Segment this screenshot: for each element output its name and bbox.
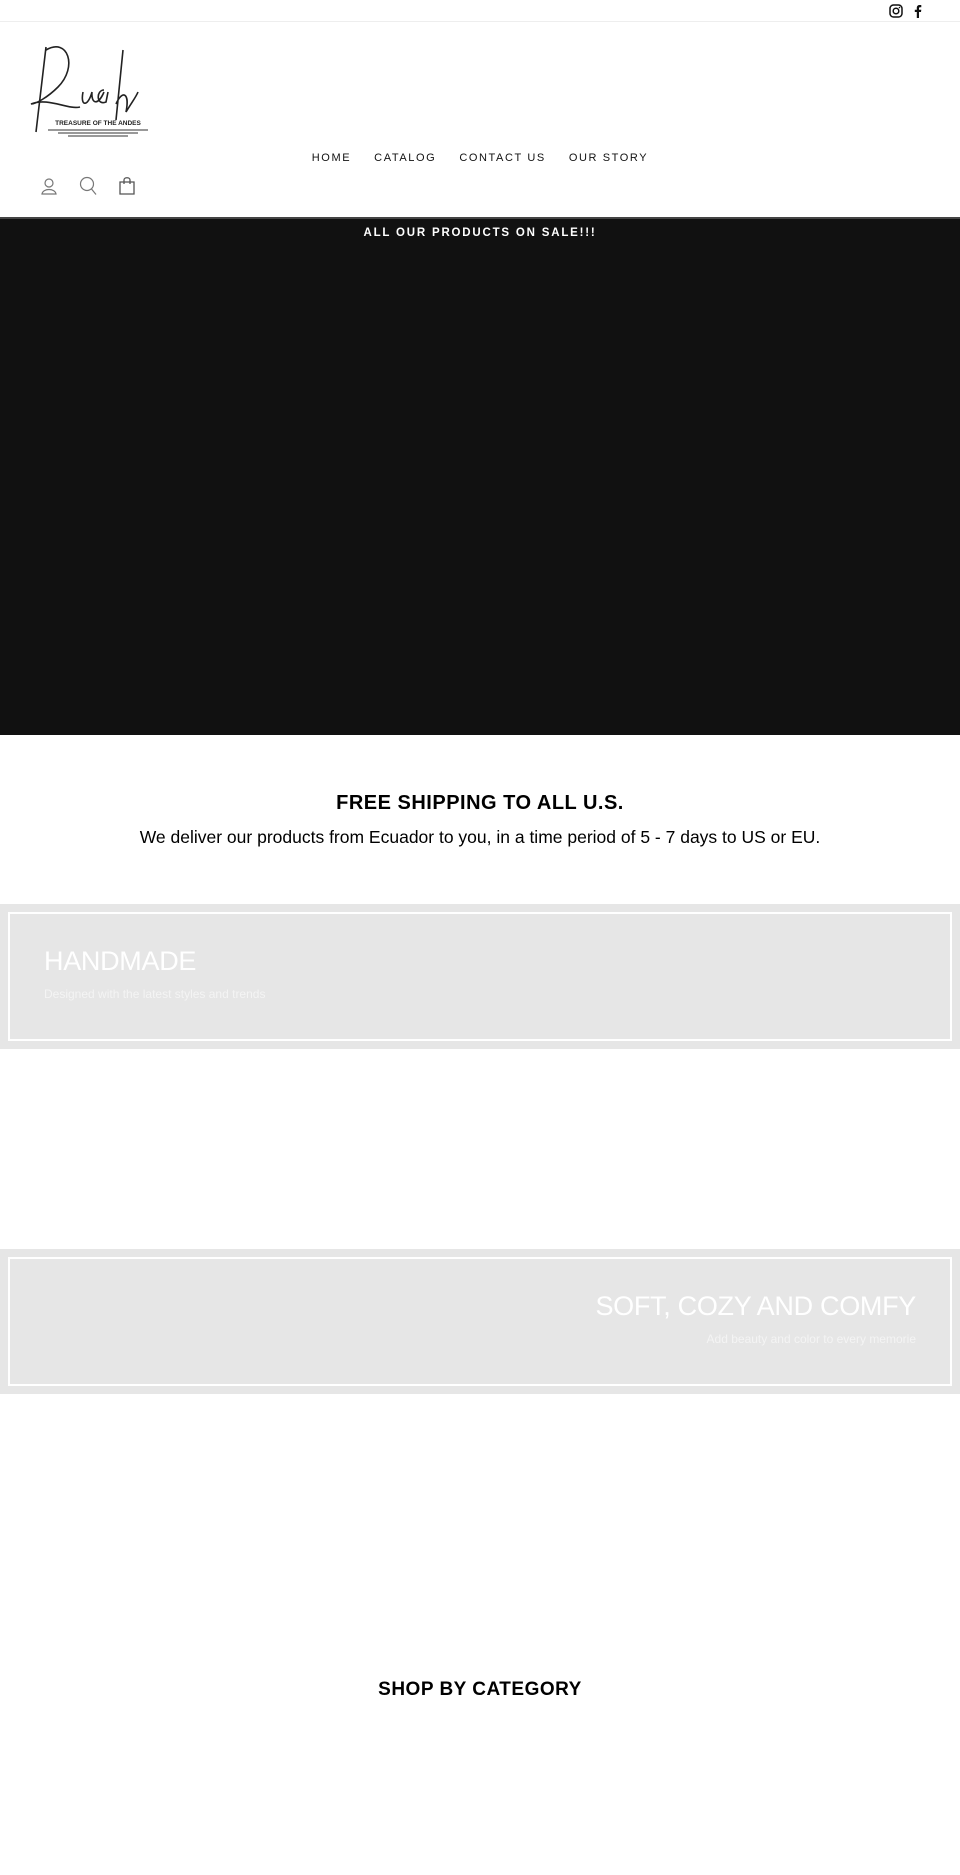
panel-subtitle: Add beauty and color to every memorie xyxy=(706,1332,916,1346)
announcement-text[interactable]: ALL OUR PRODUCTS ON SALE!!! xyxy=(0,227,960,239)
soft-cozy-panel: SOFT, COZY AND COMFY Add beauty and colo… xyxy=(0,1249,960,1394)
shipping-text: We deliver our products from Ecuador to … xyxy=(139,827,821,847)
nav-catalog[interactable]: CATALOG xyxy=(374,152,436,164)
panel-title: SOFT, COZY AND COMFY xyxy=(595,1291,916,1321)
logo-tagline: TREASURE OF THE ANDES xyxy=(55,120,141,127)
handmade-panel: HANDMADE Designed with the latest styles… xyxy=(0,904,960,1049)
facebook-icon[interactable] xyxy=(911,4,925,18)
nav-our-story[interactable]: OUR STORY xyxy=(569,152,648,164)
logo[interactable]: TREASURE OF THE ANDES xyxy=(28,42,168,142)
shipping-title: FREE SHIPPING TO ALL U.S. xyxy=(336,792,624,814)
panel-frame: HANDMADE Designed with the latest styles… xyxy=(8,912,952,1041)
panel-title: HANDMADE xyxy=(44,946,197,976)
shop-by-category-title: SHOP BY CATEGORY xyxy=(378,1679,582,1700)
social-links xyxy=(889,4,925,18)
search-icon[interactable] xyxy=(77,175,99,197)
cart-icon[interactable] xyxy=(116,175,138,197)
panel-frame: SOFT, COZY AND COMFY Add beauty and colo… xyxy=(8,1257,952,1386)
nav-home[interactable]: HOME xyxy=(312,152,351,164)
panel-subtitle: Designed with the latest styles and tren… xyxy=(44,987,266,1001)
main-nav: HOME CATALOG CONTACT US OUR STORY xyxy=(0,152,960,164)
nav-contact-us[interactable]: CONTACT US xyxy=(459,152,546,164)
header-icons xyxy=(38,175,138,197)
hero-banner: ALL OUR PRODUCTS ON SALE!!! xyxy=(0,217,960,735)
account-icon[interactable] xyxy=(38,175,60,197)
top-bar xyxy=(0,0,960,22)
instagram-icon[interactable] xyxy=(889,4,903,18)
